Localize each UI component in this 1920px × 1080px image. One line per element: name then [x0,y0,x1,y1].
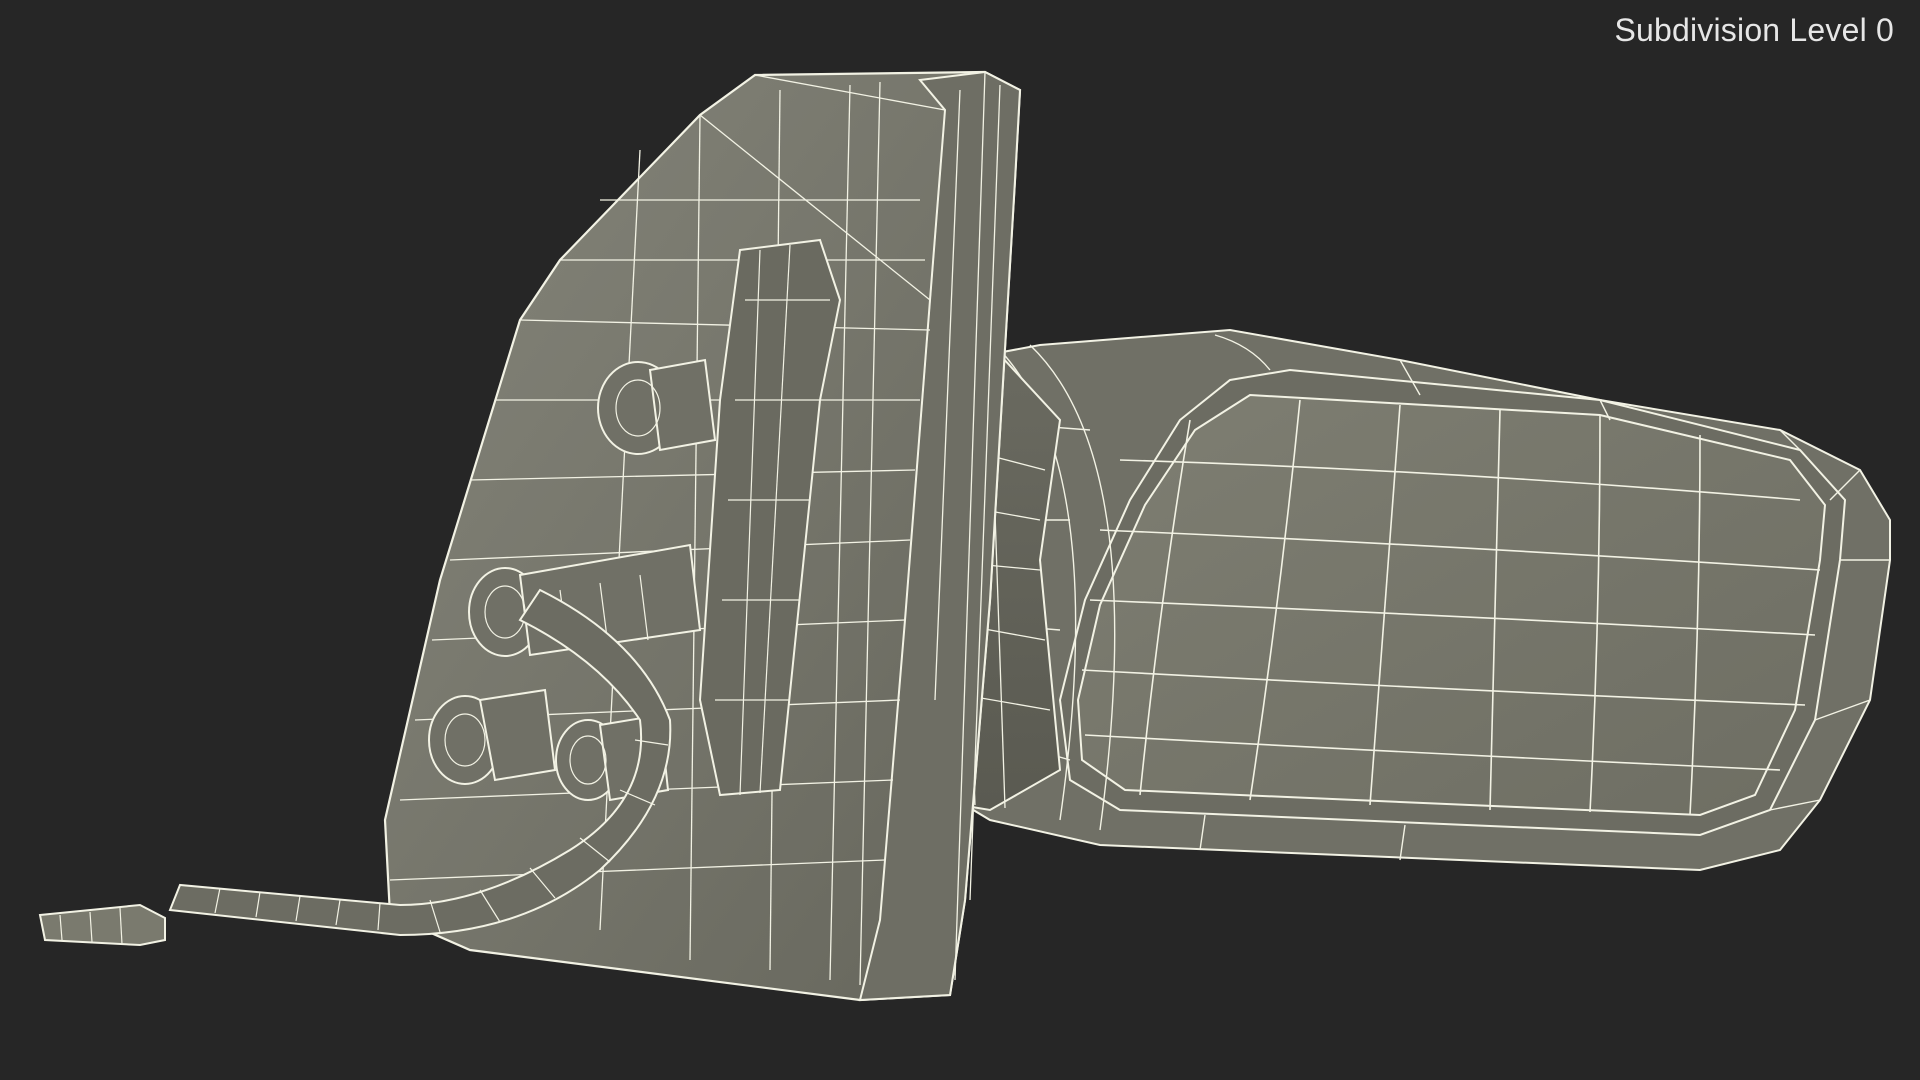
3d-viewport[interactable]: Subdivision Level 0 [0,0,1920,1080]
mirror-wireframe-render [38,70,1891,1002]
mounting-plate [383,70,1022,1002]
mirror-housing [928,328,1891,872]
subdivision-level-label: Subdivision Level 0 [1614,12,1894,48]
